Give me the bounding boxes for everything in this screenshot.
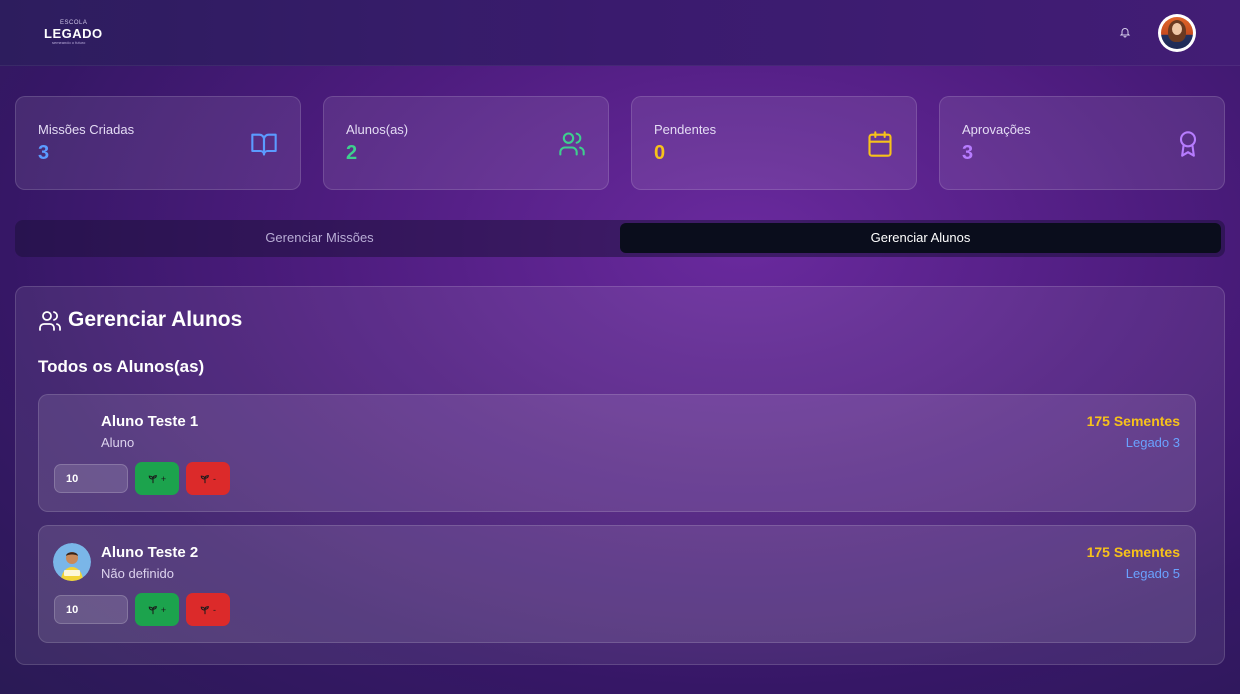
add-seeds-button[interactable]: +	[135, 593, 179, 626]
student-card: Aluno Teste 1 Aluno 175 Sementes Legado …	[38, 394, 1196, 512]
student-card: Aluno Teste 2 Não definido 175 Sementes …	[38, 525, 1196, 643]
logo-text: LEGADO	[44, 26, 103, 41]
add-seeds-label: +	[160, 473, 167, 484]
manage-students-panel: Gerenciar Alunos Todos os Alunos(as) Alu…	[15, 286, 1225, 665]
stat-card-missions: Missões Criadas 3	[15, 96, 301, 190]
student-role: Não definido	[101, 566, 174, 581]
sprout-icon	[148, 605, 157, 614]
tab-manage-students[interactable]: Gerenciar Alunos	[620, 223, 1221, 253]
child-avatar-image	[53, 543, 91, 581]
users-icon	[559, 132, 585, 156]
logo[interactable]: ESCOLA LEGADO semeando o futuro	[44, 20, 104, 46]
stat-card-students: Alunos(as) 2	[323, 96, 609, 190]
stat-card-pending: Pendentes 0	[631, 96, 917, 190]
logo-tagline: semeando o futuro	[52, 40, 86, 45]
seed-quantity-input[interactable]	[54, 595, 128, 624]
stat-value: 2	[346, 142, 358, 164]
remove-seeds-label: -	[213, 473, 216, 484]
add-seeds-label: +	[160, 604, 167, 615]
sprout-icon	[200, 474, 209, 483]
sprout-icon	[148, 474, 157, 483]
section-title: Todos os Alunos(as)	[38, 357, 205, 376]
stat-card-approvals: Aprovações 3	[939, 96, 1225, 190]
stat-value: 0	[654, 142, 666, 164]
book-icon	[251, 133, 277, 156]
seed-quantity-input[interactable]	[54, 464, 128, 493]
remove-seeds-label: -	[213, 604, 216, 615]
add-seeds-button[interactable]: +	[135, 462, 179, 495]
student-legado: Legado 5	[1125, 566, 1180, 581]
student-avatar	[53, 543, 91, 581]
award-icon	[1179, 131, 1197, 157]
student-role: Aluno	[101, 435, 135, 450]
tab-manage-missions[interactable]: Gerenciar Missões	[19, 223, 620, 253]
calendar-icon	[868, 131, 892, 157]
panel-title: Gerenciar Alunos	[68, 308, 243, 331]
student-legado: Legado 3	[1125, 435, 1180, 450]
student-seeds: 175 Sementes	[1086, 413, 1180, 429]
remove-seeds-button[interactable]: -	[186, 462, 230, 495]
student-name: Aluno Teste 2	[101, 544, 199, 561]
bell-icon[interactable]	[1119, 26, 1131, 38]
student-seeds: 175 Sementes	[1086, 544, 1180, 560]
student-name: Aluno Teste 1	[101, 413, 199, 430]
stat-label: Missões Criadas	[38, 122, 135, 137]
sprout-icon	[200, 605, 209, 614]
stat-value: 3	[962, 142, 974, 164]
stat-label: Aprovações	[962, 122, 1031, 137]
stat-value: 3	[38, 142, 50, 164]
tab-bar: Gerenciar Missões Gerenciar Alunos	[15, 220, 1225, 257]
stat-label: Pendentes	[654, 122, 717, 137]
users-icon	[39, 311, 61, 331]
remove-seeds-button[interactable]: -	[186, 593, 230, 626]
user-avatar[interactable]	[1158, 14, 1196, 52]
stat-label: Alunos(as)	[346, 122, 409, 137]
top-bar: ESCOLA LEGADO semeando o futuro	[0, 0, 1240, 66]
